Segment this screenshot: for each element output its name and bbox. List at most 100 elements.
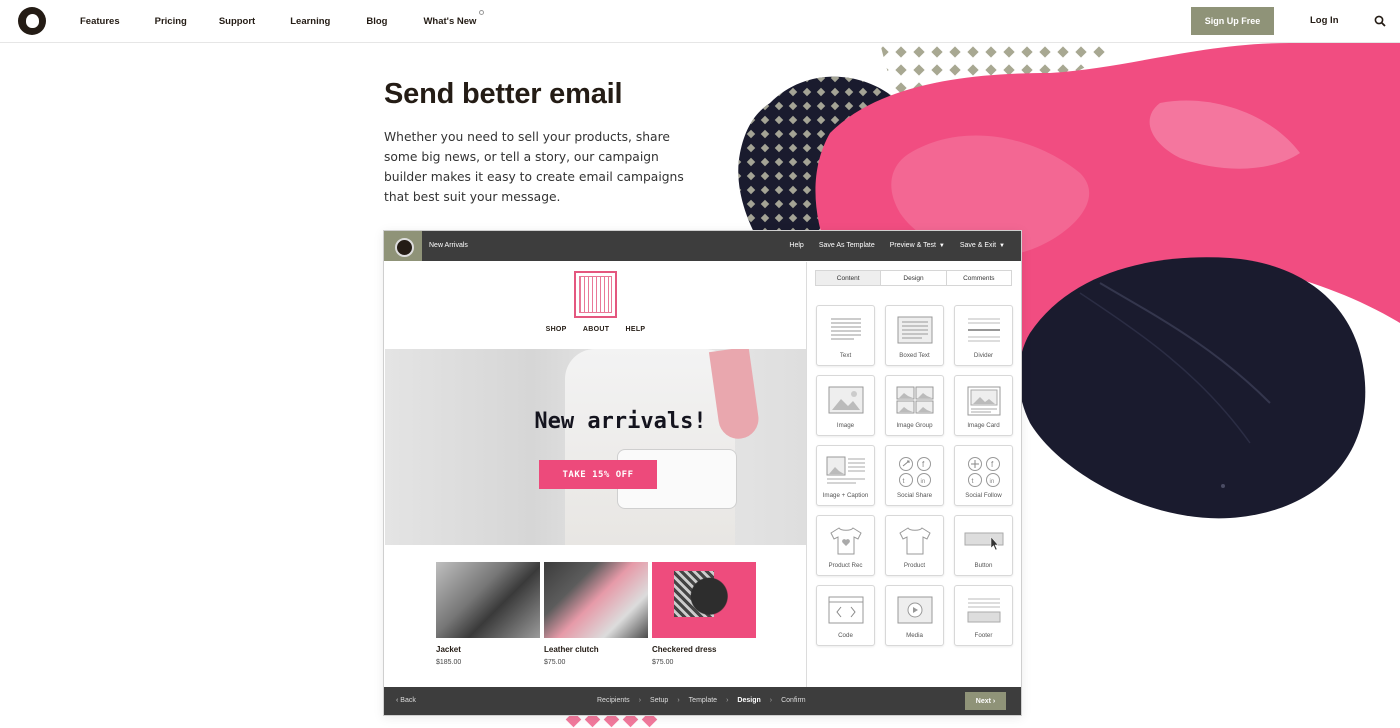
image-card-block-icon: [967, 386, 1000, 416]
save-exit-menu[interactable]: Save & Exit ▼: [960, 242, 1005, 249]
save-exit-label: Save & Exit: [959, 242, 997, 249]
social-follow-block-icon: ft in: [967, 457, 1000, 487]
svg-text:in: in: [920, 479, 925, 485]
email-nav-help[interactable]: HELP: [626, 326, 646, 333]
footer-block-icon: [967, 598, 1000, 623]
boxed-text-block-icon: [897, 316, 932, 344]
block-label: Code: [838, 632, 853, 639]
next-label: Next: [975, 697, 991, 705]
block-social-share[interactable]: f t in Social Share: [885, 445, 944, 506]
block-label: Button: [974, 562, 993, 569]
tab-design[interactable]: Design: [881, 271, 947, 285]
email-hero-image: New arrivals! TAKE 15% OFF: [385, 349, 806, 545]
search-icon[interactable]: [1374, 15, 1386, 27]
brand-logo-icon: [574, 271, 617, 318]
product-card[interactable]: Checkered dress $75.00: [652, 562, 756, 666]
preview-test-label: Preview & Test: [889, 242, 936, 249]
builder-header-bar: New Arrivals Help Save As Template Previ…: [384, 231, 1021, 261]
product-card[interactable]: Jacket $185.00: [436, 562, 540, 666]
block-label: Text: [839, 352, 852, 359]
block-divider[interactable]: Divider: [954, 305, 1013, 366]
block-footer[interactable]: Footer: [954, 585, 1013, 646]
product-name: Leather clutch: [544, 645, 599, 654]
hero-description: Whether you need to sell your products, …: [384, 130, 684, 204]
back-button[interactable]: ‹ Back: [396, 697, 416, 704]
step-setup[interactable]: Setup: [650, 697, 668, 704]
product-image: [544, 562, 648, 638]
nav-link-learning[interactable]: Learning: [290, 16, 330, 27]
svg-text:t: t: [971, 478, 973, 485]
button-block-icon: [964, 532, 1003, 551]
block-label: Social Share: [896, 492, 933, 499]
block-image[interactable]: Image: [816, 375, 875, 436]
tab-content[interactable]: Content: [816, 271, 882, 285]
new-indicator-icon: [479, 10, 485, 15]
product-price: $75.00: [544, 659, 566, 666]
image-caption-block-icon: [826, 456, 865, 484]
chevron-down-icon: ▼: [938, 243, 945, 249]
email-nav-shop[interactable]: SHOP: [546, 326, 567, 333]
nav-link-features[interactable]: Features: [80, 16, 120, 27]
chevron-right-icon: ›: [990, 697, 996, 705]
step-design[interactable]: Design: [737, 697, 760, 704]
product-name: Checkered dress: [652, 645, 717, 654]
nav-link-whats-new-label: What's New: [423, 16, 477, 27]
tab-comments[interactable]: Comments: [946, 271, 1011, 285]
block-image-card[interactable]: Image Card: [954, 375, 1013, 436]
block-code[interactable]: Code: [816, 585, 875, 646]
block-button[interactable]: Button: [954, 515, 1013, 576]
log-in-link[interactable]: Log In: [1310, 15, 1339, 26]
step-template[interactable]: Template: [689, 697, 717, 704]
step-recipients[interactable]: Recipients: [597, 697, 630, 704]
sign-up-button[interactable]: Sign Up Free: [1191, 7, 1274, 35]
block-label: Image Card: [967, 422, 1000, 429]
block-label: Image Group: [896, 422, 933, 429]
product-name: Jacket: [436, 645, 461, 654]
mailchimp-logo-icon[interactable]: [18, 7, 46, 35]
code-block-icon: [828, 596, 863, 624]
email-nav-about[interactable]: ABOUT: [583, 326, 609, 333]
help-link[interactable]: Help: [789, 242, 803, 249]
nav-link-support[interactable]: Support: [219, 16, 255, 27]
social-share-block-icon: ft in: [898, 457, 931, 487]
nav-link-blog[interactable]: Blog: [366, 16, 387, 27]
svg-text:t: t: [902, 478, 904, 485]
campaign-name: New Arrivals: [429, 242, 468, 249]
preview-test-menu[interactable]: Preview & Test ▼: [890, 242, 945, 249]
product-image: [652, 562, 756, 638]
block-text[interactable]: Text: [816, 305, 875, 366]
nav-link-whats-new[interactable]: What's New: [423, 10, 485, 27]
builder-footer-bar: ‹ Back Recipients › Setup › Template › D…: [384, 687, 1021, 715]
text-block-icon: [830, 318, 861, 340]
product-image: [436, 562, 540, 638]
block-label: Footer: [974, 632, 993, 639]
block-social-follow[interactable]: f t in Social Follow: [954, 445, 1013, 506]
product-card[interactable]: Leather clutch $75.00: [544, 562, 648, 666]
block-image-caption[interactable]: Image + Caption: [816, 445, 875, 506]
email-nav: SHOP ABOUT HELP: [385, 326, 806, 333]
block-media[interactable]: Media: [885, 585, 944, 646]
builder-logo-icon[interactable]: [384, 231, 422, 261]
block-label: Product Rec: [828, 562, 863, 569]
nav-link-pricing[interactable]: Pricing: [155, 16, 187, 27]
block-label: Image: [836, 422, 855, 429]
block-product[interactable]: Product: [885, 515, 944, 576]
campaign-steps: Recipients › Setup › Template › Design ›…: [597, 697, 806, 704]
block-label: Image + Caption: [822, 492, 869, 499]
save-as-template-link[interactable]: Save As Template: [819, 242, 875, 249]
block-label: Media: [906, 632, 923, 639]
campaign-builder-preview: New Arrivals Help Save As Template Previ…: [383, 230, 1022, 716]
block-product-rec[interactable]: Product Rec: [816, 515, 875, 576]
block-label: Product: [903, 562, 926, 569]
step-confirm[interactable]: Confirm: [781, 697, 806, 704]
image-group-block-icon: [896, 386, 933, 414]
block-image-group[interactable]: Image Group: [885, 375, 944, 436]
block-label: Boxed Text: [899, 352, 930, 359]
chevron-right-icon: ›: [677, 697, 680, 704]
block-grid: Text Boxed Text Divider Image Image Grou…: [816, 305, 1013, 646]
discount-cta-button[interactable]: TAKE 15% OFF: [539, 460, 657, 489]
next-button[interactable]: Next ›: [965, 692, 1006, 710]
email-canvas[interactable]: SHOP ABOUT HELP New arrivals! TAKE 15% O…: [385, 262, 806, 687]
block-boxed-text[interactable]: Boxed Text: [885, 305, 944, 366]
block-label: Social Follow: [965, 492, 1002, 499]
